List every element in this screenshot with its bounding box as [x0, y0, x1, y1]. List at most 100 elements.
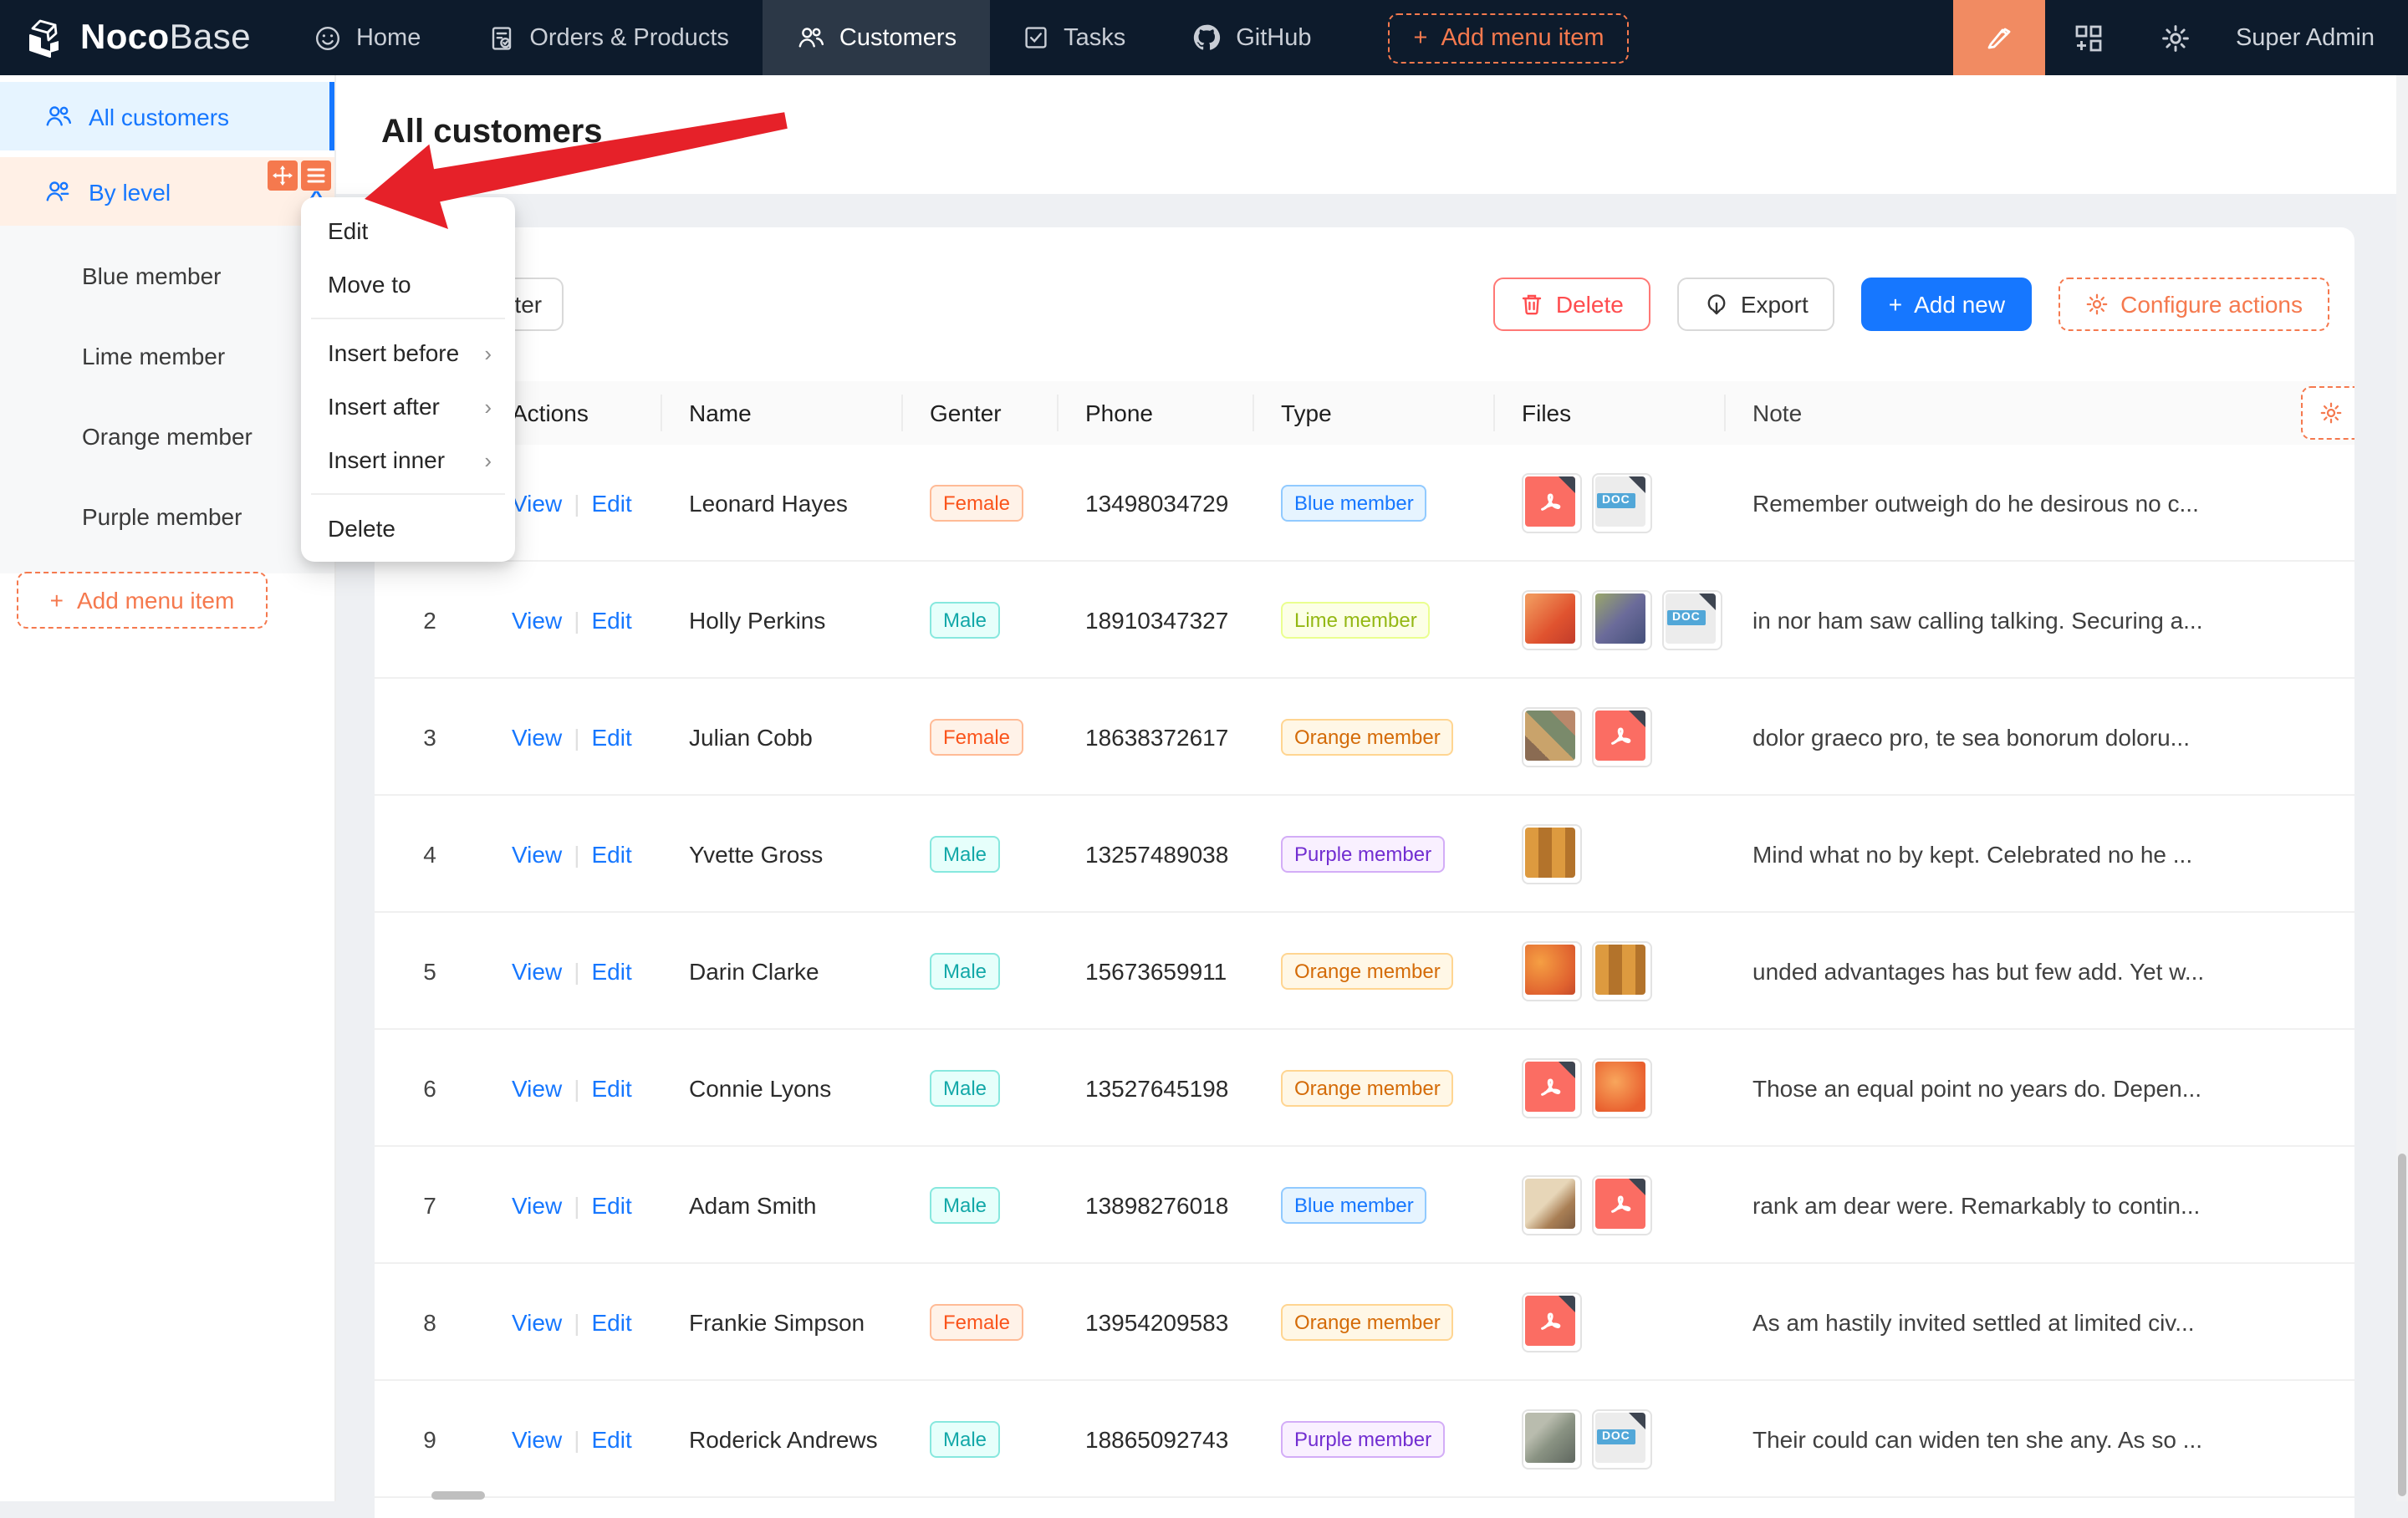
- horizontal-scrollbar-thumb[interactable]: [431, 1491, 485, 1500]
- plugin-manager-button[interactable]: [2045, 0, 2132, 75]
- edit-link[interactable]: Edit: [591, 723, 631, 750]
- nocobase-logo[interactable]: NocoBase: [0, 0, 281, 75]
- file-attachment[interactable]: [1522, 1291, 1582, 1352]
- edit-link[interactable]: Edit: [591, 1191, 631, 1218]
- column-header-label: Type: [1281, 400, 1332, 426]
- file-attachment[interactable]: DOC: [1592, 1408, 1652, 1469]
- nav-item-tasks[interactable]: Tasks: [990, 0, 1159, 75]
- column-header-files[interactable]: Files: [1495, 381, 1726, 445]
- tasks-icon: [1023, 25, 1048, 50]
- column-header-note[interactable]: Note: [1726, 381, 2354, 445]
- sidebar-item-purple-member[interactable]: Purple member: [0, 476, 334, 557]
- file-attachment[interactable]: [1522, 706, 1582, 767]
- ui-editor-button[interactable]: [1953, 0, 2045, 75]
- view-link[interactable]: View: [512, 957, 562, 984]
- drag-handle-button[interactable]: [268, 160, 298, 191]
- view-link[interactable]: View: [512, 1191, 562, 1218]
- menu-item-label: Insert inner: [328, 446, 445, 473]
- file-attachment[interactable]: [1522, 1408, 1582, 1469]
- edit-link[interactable]: Edit: [591, 606, 631, 633]
- sidebar-item-label: By level: [89, 178, 171, 205]
- note-cell: Mind what no by kept. Celebrated no he .…: [1726, 840, 2354, 867]
- page-fold: [1559, 1061, 1575, 1077]
- plus-icon: +: [1889, 291, 1902, 318]
- file-attachment[interactable]: [1592, 589, 1652, 649]
- customers-icon: [796, 25, 824, 50]
- menu-designer-button[interactable]: [301, 160, 331, 191]
- page-fold: [1629, 1178, 1645, 1195]
- configure-actions-button[interactable]: Configure actions: [2059, 278, 2329, 331]
- sidebar-item-lime-member[interactable]: Lime member: [0, 316, 334, 396]
- view-link[interactable]: View: [512, 1074, 562, 1101]
- delete-button[interactable]: Delete: [1494, 278, 1650, 331]
- file-attachment[interactable]: [1522, 940, 1582, 1001]
- type-cell: Purple member: [1254, 1420, 1495, 1457]
- file-attachment[interactable]: [1522, 472, 1582, 532]
- file-attachment[interactable]: [1592, 706, 1652, 767]
- type-cell: Blue member: [1254, 484, 1495, 521]
- file-attachment[interactable]: [1522, 589, 1582, 649]
- view-link[interactable]: View: [512, 606, 562, 633]
- nav-item-label: Orders & Products: [529, 24, 729, 51]
- menu-item-delete[interactable]: Delete: [308, 502, 508, 555]
- sidebar-add-menu-item-button[interactable]: + Add menu item: [17, 572, 268, 629]
- view-link[interactable]: View: [512, 1308, 562, 1335]
- file-attachment[interactable]: [1592, 940, 1652, 1001]
- menu-item-insert-before[interactable]: Insert before›: [308, 326, 508, 380]
- file-attachment[interactable]: [1522, 1057, 1582, 1118]
- column-header-genter[interactable]: Genter: [903, 381, 1059, 445]
- file-attachment[interactable]: [1522, 823, 1582, 884]
- nav-item-orders-products[interactable]: Orders & Products: [454, 0, 763, 75]
- file-attachment[interactable]: [1592, 1057, 1652, 1118]
- member-type-badge: Blue member: [1281, 1186, 1427, 1223]
- nav-add-menu-item-button[interactable]: + Add menu item: [1389, 13, 1630, 63]
- page-fold: [1629, 710, 1645, 726]
- table-row: 7View|EditAdam SmithMale13898276018Blue …: [375, 1147, 2354, 1264]
- vertical-scrollbar-thumb[interactable]: [2398, 1154, 2406, 1496]
- sidebar-item-blue-member[interactable]: Blue member: [0, 236, 334, 316]
- view-link[interactable]: View: [512, 840, 562, 867]
- image-thumbnail-peach: [1595, 1061, 1645, 1111]
- column-header-phone[interactable]: Phone: [1059, 381, 1254, 445]
- column-header-type[interactable]: Type: [1254, 381, 1495, 445]
- file-attachment[interactable]: DOC: [1592, 472, 1652, 532]
- main-content: All customers Filter Delete: [334, 75, 2408, 1501]
- page-fold: [1559, 476, 1575, 492]
- menu-item-insert-after[interactable]: Insert after›: [308, 380, 508, 433]
- view-link[interactable]: View: [512, 723, 562, 750]
- nav-item-github[interactable]: GitHub: [1159, 0, 1344, 75]
- sidebar-item-all-customers[interactable]: All customers: [0, 82, 334, 150]
- menu-item-edit[interactable]: Edit: [308, 204, 508, 257]
- edit-link[interactable]: Edit: [591, 840, 631, 867]
- people-group-icon: [43, 179, 72, 204]
- nav-item-home[interactable]: Home: [281, 0, 454, 75]
- edit-link[interactable]: Edit: [591, 1074, 631, 1101]
- nav-item-label: Home: [356, 24, 421, 51]
- note-cell: in nor ham saw calling talking. Securing…: [1726, 606, 2354, 633]
- view-link[interactable]: View: [512, 1425, 562, 1452]
- column-header-name[interactable]: Name: [662, 381, 903, 445]
- row-number-cell: 5: [375, 957, 485, 984]
- view-link[interactable]: View: [512, 489, 562, 516]
- edit-link[interactable]: Edit: [591, 489, 631, 516]
- sidebar-item-by-level[interactable]: By level ^: [0, 157, 334, 226]
- edit-link[interactable]: Edit: [591, 1308, 631, 1335]
- user-menu[interactable]: Super Admin: [2219, 0, 2408, 75]
- file-attachment[interactable]: [1592, 1174, 1652, 1235]
- vertical-scrollbar[interactable]: [2396, 75, 2408, 1501]
- sidebar-item-orange-member[interactable]: Orange member: [0, 396, 334, 476]
- settings-button[interactable]: [2132, 0, 2219, 75]
- row-actions-cell: View|Edit: [485, 1308, 662, 1335]
- menu-item-insert-inner[interactable]: Insert inner›: [308, 433, 508, 486]
- edit-link[interactable]: Edit: [591, 957, 631, 984]
- pdf-file-icon: [1525, 1061, 1575, 1111]
- file-attachment[interactable]: DOC: [1662, 589, 1722, 649]
- file-attachment[interactable]: [1522, 1174, 1582, 1235]
- edit-link[interactable]: Edit: [591, 1425, 631, 1452]
- add-new-button[interactable]: + Add new: [1862, 278, 2032, 331]
- export-button[interactable]: Export: [1677, 278, 1835, 331]
- nav-menu: Home Orders & Products CustomersTasksGitHu…: [281, 0, 1345, 75]
- menu-item-move-to[interactable]: Move to: [308, 257, 508, 311]
- configure-columns-button[interactable]: [2301, 386, 2354, 440]
- nav-item-customers[interactable]: Customers: [763, 0, 990, 75]
